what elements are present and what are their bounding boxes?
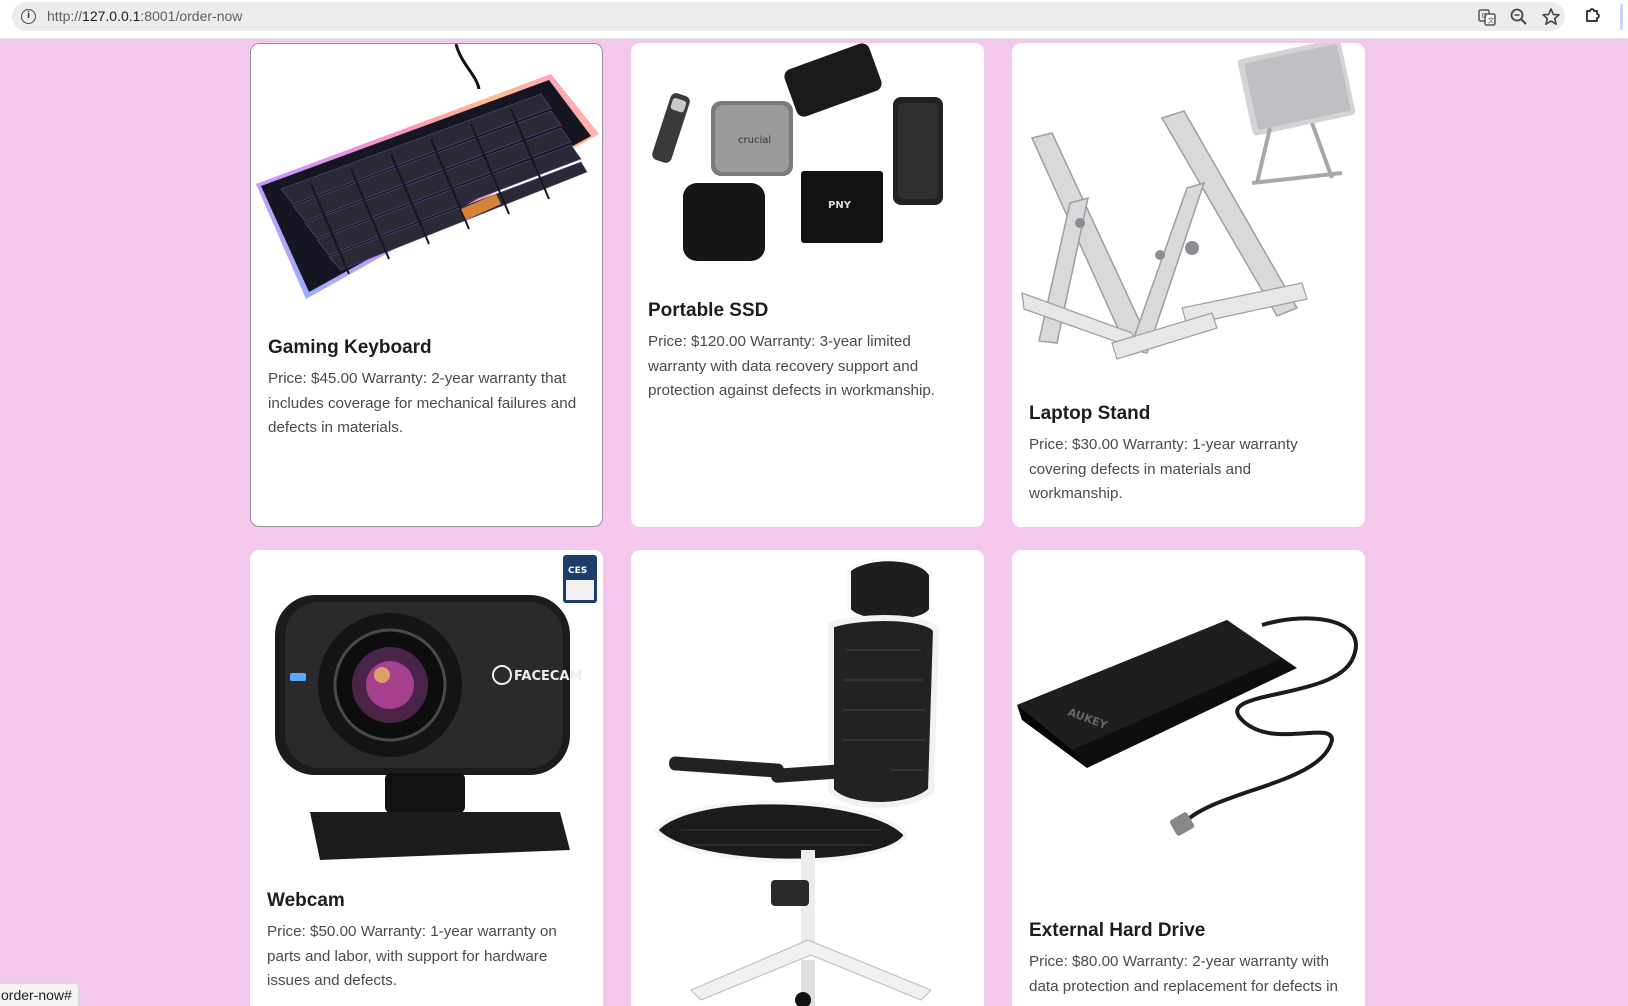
product-title: Gaming Keyboard (268, 337, 432, 358)
product-description: Price: $80.00 Warranty: 2-year warranty … (1029, 953, 1339, 995)
zoom-icon[interactable] (1509, 7, 1529, 27)
keyboard-image (256, 44, 599, 299)
product-card-external-hard-drive[interactable]: AUKEY External Hard Drive Price: $80.00 … (1012, 550, 1365, 1006)
product-title: Webcam (267, 890, 345, 911)
ssd-brand-label: crucial (738, 135, 771, 146)
product-card-office-chair[interactable] (631, 550, 984, 1006)
product-card-gaming-keyboard[interactable]: Gaming Keyboard Price: $45.00 Warranty: … (250, 43, 603, 527)
browser-toolbar: i http://127.0.0.1:8001/order-now G 文 (0, 0, 1628, 39)
extensions-icon[interactable] (1583, 5, 1603, 25)
product-title: Laptop Stand (1029, 403, 1151, 424)
info-icon[interactable]: i (21, 9, 36, 24)
product-description: Price: $50.00 Warranty: 1-year warranty … (267, 923, 557, 989)
hard-drive-image: AUKEY (1017, 616, 1358, 836)
facecam-logo-text: FACECAM (514, 669, 582, 684)
pny-label: PNY (828, 200, 852, 211)
webcam-image: CES FACECAM (275, 555, 597, 860)
status-bar-link-preview: order-now# (0, 983, 79, 1006)
url-rest: :8001/order-now (140, 8, 243, 24)
product-title: External Hard Drive (1029, 920, 1206, 941)
product-image-external-hard-drive: AUKEY (1012, 550, 1365, 895)
product-title: Portable SSD (648, 300, 769, 321)
product-image-webcam: CES FACECAM (250, 550, 603, 865)
product-description: Price: $45.00 Warranty: 2-year warranty … (268, 370, 577, 436)
product-image-laptop-stand (1012, 43, 1365, 386)
url-host: 127.0.0.1 (82, 8, 141, 24)
svg-text:G: G (1482, 12, 1487, 20)
laptop-stand-image (1021, 43, 1356, 360)
url-text[interactable]: http://127.0.0.1:8001/order-now (47, 8, 242, 24)
product-image-ssd: crucial PNY (631, 43, 984, 283)
url-prefix: http:// (47, 8, 83, 24)
office-chair-image (653, 557, 940, 1006)
product-description: Price: $30.00 Warranty: 1-year warranty … (1029, 436, 1298, 502)
product-card-webcam[interactable]: CES FACECAM Webcam Price: $50.00 Warrant… (250, 550, 603, 1006)
address-bar[interactable]: i http://127.0.0.1:8001/order-now G 文 (12, 2, 1565, 31)
product-description: Price: $120.00 Warranty: 3-year limited … (648, 333, 936, 399)
profile-indicator (1620, 4, 1623, 30)
product-card-portable-ssd[interactable]: crucial PNY Portable SSD Price: $120.00 … (631, 43, 984, 527)
product-image-office-chair (631, 550, 984, 1006)
product-card-laptop-stand[interactable]: Laptop Stand Price: $30.00 Warranty: 1-y… (1012, 43, 1365, 527)
product-image-keyboard (251, 44, 602, 319)
ssd-image: crucial PNY (652, 43, 943, 261)
translate-icon[interactable]: G 文 (1477, 7, 1497, 27)
bookmark-star-icon[interactable] (1541, 7, 1561, 27)
svg-text:文: 文 (1488, 16, 1495, 25)
ces-badge-text: CES (568, 566, 587, 576)
